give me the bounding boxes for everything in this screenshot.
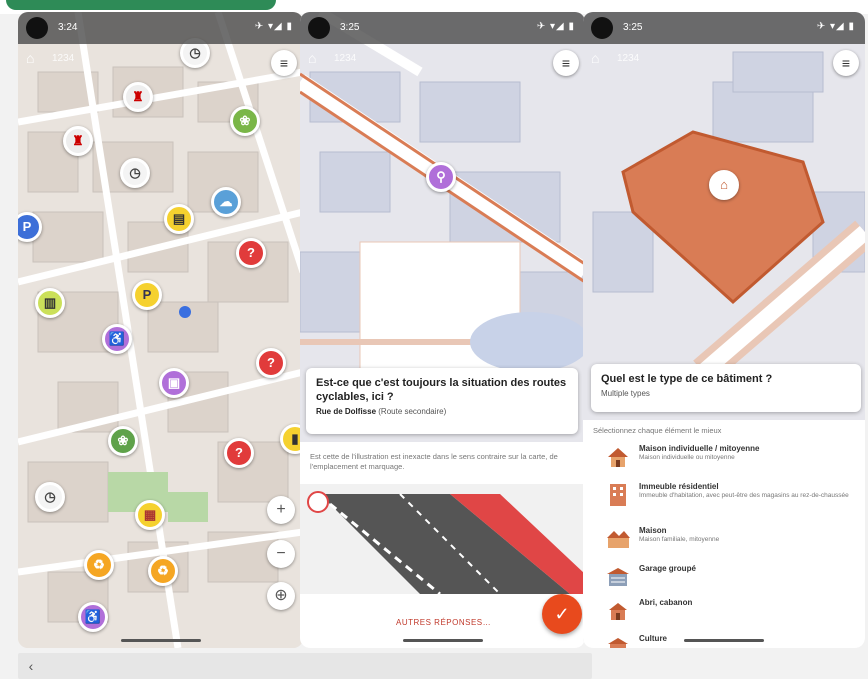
home-icon[interactable]: ⌂ [308, 50, 326, 68]
status-icons: ✈ ▾◢ ▮ [254, 21, 293, 32]
camera-cutout [591, 17, 613, 39]
garage-icon [607, 568, 629, 586]
options-header: Sélectionnez chaque élément le mieux [593, 426, 722, 435]
home-indicator [120, 639, 201, 642]
status-time: 3:24 [58, 22, 78, 33]
option-title: Abri, cabanon [639, 598, 693, 607]
zoom-in-button[interactable]: + [267, 496, 295, 524]
status-bar: 3:25 ✈ ▾◢ ▮ [583, 12, 865, 44]
question-pin-icon[interactable]: ? [236, 238, 266, 268]
menu-button[interactable]: ≡ [553, 50, 579, 76]
street-type: (Route secondaire) [378, 407, 447, 416]
clock-pin-icon[interactable]: ◷ [35, 482, 65, 512]
map-view[interactable] [18, 12, 303, 648]
option-garage[interactable]: Garage groupé [605, 562, 857, 596]
quest-question-bubble: Est-ce que c'est toujours la situation d… [306, 368, 578, 434]
home-indicator [684, 639, 764, 642]
option-desc: Maison individuelle ou mitoyenne [639, 454, 735, 461]
camera-cutout [26, 17, 48, 39]
photo-pin-icon[interactable]: ☁ [211, 187, 241, 217]
answer-panel: Est cette de l'illustration est inexacte… [300, 442, 585, 648]
map-toolbar: ⌂ 1234 ≡ [583, 44, 865, 76]
apartments-icon [610, 484, 626, 506]
status-icons: ✈ ▾◢ ▮ [536, 21, 575, 32]
tree-pin-icon[interactable]: ❀ [108, 426, 138, 456]
wheelchair-pin-icon[interactable]: ♿ [78, 602, 108, 632]
locate-button[interactable]: ⊕ [267, 582, 295, 610]
bench-pin-icon[interactable]: ▥ [35, 288, 65, 318]
parking-pin-icon[interactable]: P [132, 280, 162, 310]
quest-question: Est-ce que c'est toujours la situation d… [316, 377, 567, 403]
tree-pin-icon[interactable]: ❀ [230, 106, 260, 136]
screenshot-frame: ◷ ♜ ❀ ♜ ◷ ☁ ▤ P ? ▥ P ♿ ? ▣ ❀ ? ▮ ◷ ▦ ♻ … [0, 0, 868, 679]
bus-pin-icon[interactable]: ▣ [159, 368, 189, 398]
phone-screen-building-quest: ⌂ 3:25 ✈ ▾◢ ▮ ⌂ 1234 ≡ Quel est le type … [583, 12, 865, 648]
option-title: Garage groupé [639, 564, 696, 573]
status-time: 3:25 [340, 22, 360, 33]
option-desc: Immeuble d'habitation, avec peut-être de… [639, 492, 849, 499]
wheelchair-pin-icon[interactable]: ♿ [102, 324, 132, 354]
home-icon[interactable]: ⌂ [591, 50, 609, 68]
status-time: 3:25 [623, 22, 643, 33]
question-pin-icon[interactable]: ? [224, 438, 254, 468]
quest-hint-text: Est cette de l'illustration est inexacte… [310, 452, 558, 471]
answer-counter: 1234 [617, 53, 640, 64]
chevron-left-icon[interactable]: ‹ [22, 657, 40, 675]
street-name: Rue de Dolfisse [316, 407, 377, 416]
map-toolbar: ⌂ 1234 ≡ [18, 44, 303, 76]
phone-screen-map: ◷ ♜ ❀ ♜ ◷ ☁ ▤ P ? ▥ P ♿ ? ▣ ❀ ? ▮ ◷ ▦ ♻ … [18, 12, 303, 648]
option-detached[interactable]: Maison Maison familiale, mitoyenne [605, 524, 857, 558]
map-toolbar: ⌂ 1234 ≡ [300, 44, 585, 76]
house-icon [608, 448, 628, 467]
recycling-pin-icon[interactable]: ♻ [84, 550, 114, 580]
clock-pin-icon[interactable]: ◷ [120, 158, 150, 188]
culture-icon [608, 638, 628, 648]
green-accent-bar [6, 0, 276, 10]
phone-screen-cycleway-quest: ⚲ 3:25 ✈ ▾◢ ▮ ⌂ 1234 ≡ Est-ce que c'est … [300, 12, 585, 648]
option-desc: Maison familiale, mitoyenne [639, 536, 720, 543]
shed-icon [609, 603, 627, 620]
answer-panel: Sélectionnez chaque élément le mieux Mai… [583, 420, 865, 648]
option-title: Immeuble résidentiel [639, 482, 719, 491]
other-answers-button[interactable]: AUTRES RÉPONSES… [396, 618, 491, 627]
confirm-ok-button[interactable]: ✓ [542, 594, 582, 634]
hydrant-pin-icon[interactable]: ♜ [63, 126, 93, 156]
fire-hydrant-pin-icon[interactable]: ♜ [123, 82, 153, 112]
status-icons: ✈ ▾◢ ▮ [816, 21, 855, 32]
cycleway-illustration[interactable] [300, 484, 585, 594]
option-title: Maison individuelle / mitoyenne [639, 444, 760, 453]
question-pin-icon[interactable]: ? [256, 348, 286, 378]
home-icon[interactable]: ⌂ [26, 50, 44, 68]
option-apartments[interactable]: Immeuble résidentiel Immeuble d'habitati… [605, 480, 857, 514]
option-house[interactable]: Maison individuelle / mitoyenne Maison i… [605, 442, 857, 476]
quest-subtitle: Multiple types [601, 389, 650, 398]
building-pin-icon[interactable]: ⌂ [709, 170, 739, 200]
option-title: Culture [639, 634, 667, 643]
zoom-out-button[interactable]: − [267, 540, 295, 568]
home-indicator [402, 639, 483, 642]
shop-pin-icon[interactable]: ▦ [135, 500, 165, 530]
menu-button[interactable]: ≡ [271, 50, 297, 76]
camera-cutout [308, 17, 330, 39]
answer-counter: 1234 [334, 53, 357, 64]
option-shed[interactable]: Abri, cabanon [605, 596, 857, 630]
menu-button[interactable]: ≡ [833, 50, 859, 76]
recycling-pin-icon[interactable]: ♻ [148, 556, 178, 586]
answer-counter: 1234 [52, 53, 75, 64]
quest-question: Quel est le type de ce bâtiment ? [601, 373, 773, 385]
status-bar: 3:24 ✈ ▾◢ ▮ [18, 12, 303, 44]
quest-street: Rue de Dolfisse (Route secondaire) [316, 407, 568, 416]
option-title: Maison [639, 526, 667, 535]
gallery-scrollbar[interactable]: ‹ [18, 653, 592, 679]
bench-pin-icon[interactable]: ▤ [164, 204, 194, 234]
detached-house-icon [607, 531, 630, 548]
bicycle-pin-icon[interactable]: ⚲ [426, 162, 456, 192]
quest-question-bubble: Quel est le type de ce bâtiment ? Multip… [591, 364, 861, 412]
status-bar: 3:25 ✈ ▾◢ ▮ [300, 12, 585, 44]
